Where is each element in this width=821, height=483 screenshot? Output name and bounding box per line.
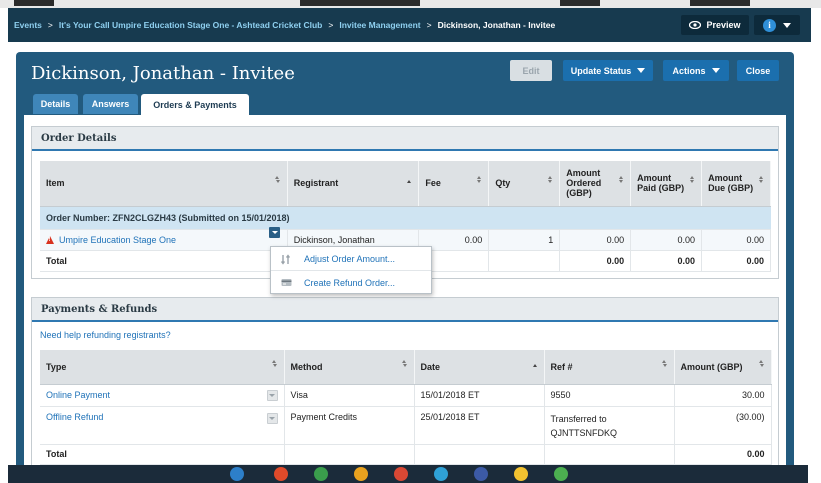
total-due: 0.00 [701,250,771,272]
date-cell: 15/01/2018 ET [414,384,545,407]
menu-item-label: Create Refund Order... [304,277,396,288]
taskbar-app-icon[interactable] [354,467,368,481]
tab-answers[interactable]: Answers [83,94,138,114]
column-header-method[interactable]: Method [284,350,415,385]
date-cell: 25/01/2018 ET [414,406,545,445]
breadcrumb-event-link[interactable]: It's Your Call Umpire Education Stage On… [59,20,323,30]
column-header-amount[interactable]: Amount (GBP) [674,350,772,385]
window-top-strip [0,0,821,8]
payment-type-link[interactable]: Online Payment [46,390,110,400]
ref-cell: Transferred to QJNTTSNFDKQ [544,406,675,445]
taskbar-app-icon[interactable] [274,467,288,481]
total-label: Total [40,444,285,465]
payments-table: Type Method Date Ref # Amount (GBP) Onli… [40,350,772,465]
amount-due-cell: 0.00 [701,229,771,251]
eye-icon [689,20,702,30]
preview-button[interactable]: Preview [681,15,749,35]
amount-cell: 30.00 [674,384,772,407]
row-actions-menu: Adjust Order Amount... Create Refund Ord… [270,246,432,294]
total-ordered: 0.00 [559,250,632,272]
breadcrumb-separator: > [47,20,53,30]
taskbar-app-icon[interactable] [554,467,568,481]
column-header-date[interactable]: Date [414,350,545,385]
breadcrumb-current: Dickinson, Jonathan - Invitee [437,20,556,30]
amount-ordered-cell: 0.00 [559,229,632,251]
taskbar-app-icon[interactable] [230,467,244,481]
column-header-type[interactable]: Type [40,350,285,385]
payment-row-dropdown[interactable] [266,389,278,401]
menu-item-adjust-order-amount[interactable]: Adjust Order Amount... [271,248,431,271]
taskbar-app-icon[interactable] [514,467,528,481]
actions-button[interactable]: Actions [663,60,729,81]
payments-refunds-panel: Payments & Refunds Need help refunding r… [31,297,779,483]
method-cell: Payment Credits [284,406,415,445]
menu-item-create-refund-order[interactable]: Create Refund Order... [271,271,431,294]
row-actions-dropdown[interactable] [269,227,280,238]
total-row: Total 0.00 [40,444,772,465]
ref-cell: 9550 [544,384,675,407]
payment-row-dropdown[interactable] [266,412,278,424]
warning-icon [46,235,54,244]
tab-content: Order Details Item Registrant Fee Qty Am… [24,115,786,483]
total-amount: 0.00 [674,444,772,465]
close-button[interactable]: Close [737,60,779,81]
taskbar-app-icon[interactable] [474,467,488,481]
order-number: Order Number: ZFN2CLGZH43 (Submitted on … [40,206,771,230]
edit-button[interactable]: Edit [510,60,552,81]
taskbar-app-icon[interactable] [394,467,408,481]
amount-paid-cell: 0.00 [630,229,703,251]
taskbar-app-icon[interactable] [434,467,448,481]
total-label: Total [40,250,288,272]
method-cell: Visa [284,384,415,407]
payments-refunds-heading: Payments & Refunds [32,298,778,322]
tab-details[interactable]: Details [33,94,78,114]
refund-icon [281,277,292,288]
total-paid: 0.00 [630,250,703,272]
column-header-qty[interactable]: Qty [488,161,561,207]
os-taskbar [8,465,808,483]
menu-item-label: Adjust Order Amount... [304,254,396,264]
column-header-item[interactable]: Item [40,161,288,207]
column-header-amount-due[interactable]: Amount Due (GBP) [701,161,771,207]
dialog-title: Dickinson, Jonathan - Invitee [31,63,295,84]
breadcrumb: Events > It's Your Call Umpire Education… [8,8,811,42]
update-status-button[interactable]: Update Status [563,60,653,81]
preview-label: Preview [706,20,741,30]
amount-cell: (30.00) [674,406,772,445]
breadcrumb-separator: > [426,20,432,30]
breadcrumb-invitee-management-link[interactable]: Invitee Management [339,20,420,30]
qty-cell: 1 [488,229,561,251]
column-header-fee[interactable]: Fee [418,161,490,207]
chevron-down-icon [711,68,720,73]
taskbar-app-icon[interactable] [314,467,328,481]
column-header-amount-paid[interactable]: Amount Paid (GBP) [630,161,703,207]
update-status-label: Update Status [570,65,632,76]
info-menu-button[interactable]: i [754,15,800,35]
table-row: Offline Refund Payment Credits 25/01/201… [40,406,772,445]
table-row: Online Payment Visa 15/01/2018 ET 9550 3… [40,384,772,407]
order-details-heading: Order Details [32,127,778,151]
info-icon: i [763,18,776,32]
breadcrumb-events-link[interactable]: Events [14,20,42,30]
item-link[interactable]: Umpire Education Stage One [59,235,176,245]
tab-orders-payments[interactable]: Orders & Payments [141,94,249,115]
column-header-ref[interactable]: Ref # [544,350,675,385]
actions-label: Actions [672,65,706,76]
column-header-registrant[interactable]: Registrant [287,161,420,207]
chevron-down-icon [783,22,791,28]
chevron-down-icon [637,68,646,73]
order-group-row: Order Number: ZFN2CLGZH43 (Submitted on … [40,206,771,230]
adjust-icon [280,254,292,265]
payment-type-link[interactable]: Offline Refund [46,412,103,422]
column-header-amount-ordered[interactable]: Amount Ordered (GBP) [559,161,632,207]
breadcrumb-separator: > [328,20,334,30]
refund-help-link[interactable]: Need help refunding registrants? [40,330,171,340]
